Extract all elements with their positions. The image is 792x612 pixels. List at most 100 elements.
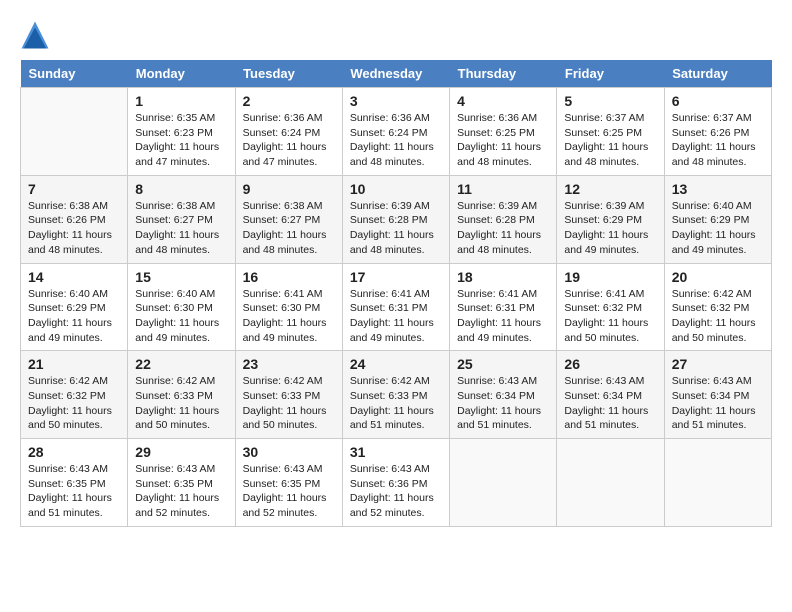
day-info: Sunrise: 6:41 AMSunset: 6:30 PMDaylight:… (243, 287, 335, 346)
weekday-header-friday: Friday (557, 60, 664, 88)
day-number: 14 (28, 269, 120, 285)
day-info: Sunrise: 6:40 AMSunset: 6:29 PMDaylight:… (28, 287, 120, 346)
day-number: 10 (350, 181, 442, 197)
weekday-header-sunday: Sunday (21, 60, 128, 88)
calendar-cell: 31Sunrise: 6:43 AMSunset: 6:36 PMDayligh… (342, 439, 449, 527)
calendar-cell: 23 Sunrise: 6:42 AMSunset: 6:33 PMDayligh… (235, 351, 342, 439)
calendar-cell: 14 Sunrise: 6:40 AMSunset: 6:29 PMDayligh… (21, 263, 128, 351)
day-number: 21 (28, 356, 120, 372)
day-number: 29 (135, 444, 227, 460)
day-number: 28 (28, 444, 120, 460)
calendar-cell (450, 439, 557, 527)
calendar-cell: 28 Sunrise: 6:43 AMSunset: 6:35 PMDayligh… (21, 439, 128, 527)
day-number: 12 (564, 181, 656, 197)
day-info: Sunrise: 6:41 AMSunset: 6:31 PMDaylight:… (457, 287, 549, 346)
weekday-header-saturday: Saturday (664, 60, 771, 88)
day-info: Sunrise: 6:36 AMSunset: 6:25 PMDaylight:… (457, 111, 549, 170)
logo-icon (20, 20, 50, 50)
calendar-cell: 8Sunrise: 6:38 AMSunset: 6:27 PMDaylight… (128, 175, 235, 263)
calendar-cell: 24 Sunrise: 6:42 AMSunset: 6:33 PMDayligh… (342, 351, 449, 439)
calendar-cell: 5 Sunrise: 6:37 AMSunset: 6:25 PMDaylight… (557, 88, 664, 176)
day-number: 13 (672, 181, 764, 197)
day-number: 22 (135, 356, 227, 372)
day-number: 23 (243, 356, 335, 372)
day-number: 16 (243, 269, 335, 285)
day-info: Sunrise: 6:42 AMSunset: 6:32 PMDaylight:… (28, 374, 120, 433)
day-number: 4 (457, 93, 549, 109)
day-info: Sunrise: 6:35 AMSunset: 6:23 PMDaylight:… (135, 111, 227, 170)
day-info: Sunrise: 6:43 AMSunset: 6:35 PMDaylight:… (243, 462, 335, 521)
day-info: Sunrise: 6:43 AMSunset: 6:34 PMDaylight:… (564, 374, 656, 433)
day-number: 20 (672, 269, 764, 285)
day-number: 5 (564, 93, 656, 109)
day-number: 6 (672, 93, 764, 109)
calendar-cell: 16 Sunrise: 6:41 AMSunset: 6:30 PMDayligh… (235, 263, 342, 351)
weekday-header-tuesday: Tuesday (235, 60, 342, 88)
week-row-4: 21 Sunrise: 6:42 AMSunset: 6:32 PMDayligh… (21, 351, 772, 439)
day-info: Sunrise: 6:40 AMSunset: 6:30 PMDaylight:… (135, 287, 227, 346)
day-number: 9 (243, 181, 335, 197)
calendar-cell: 2 Sunrise: 6:36 AMSunset: 6:24 PMDaylight… (235, 88, 342, 176)
day-info: Sunrise: 6:38 AMSunset: 6:27 PMDaylight:… (243, 199, 335, 258)
page-header (20, 20, 772, 50)
day-info: Sunrise: 6:43 AMSunset: 6:34 PMDaylight:… (672, 374, 764, 433)
day-info: Sunrise: 6:42 AMSunset: 6:33 PMDaylight:… (135, 374, 227, 433)
day-number: 1 (135, 93, 227, 109)
day-info: Sunrise: 6:37 AMSunset: 6:26 PMDaylight:… (672, 111, 764, 170)
week-row-5: 28 Sunrise: 6:43 AMSunset: 6:35 PMDayligh… (21, 439, 772, 527)
week-row-1: 1 Sunrise: 6:35 AMSunset: 6:23 PMDaylight… (21, 88, 772, 176)
calendar-cell: 27 Sunrise: 6:43 AMSunset: 6:34 PMDayligh… (664, 351, 771, 439)
calendar-cell: 20 Sunrise: 6:42 AMSunset: 6:32 PMDayligh… (664, 263, 771, 351)
weekday-header-wednesday: Wednesday (342, 60, 449, 88)
logo (20, 20, 54, 50)
day-number: 31 (350, 444, 442, 460)
weekday-header-monday: Monday (128, 60, 235, 88)
calendar-cell: 7 Sunrise: 6:38 AMSunset: 6:26 PMDaylight… (21, 175, 128, 263)
day-number: 17 (350, 269, 442, 285)
day-number: 18 (457, 269, 549, 285)
calendar-cell: 9 Sunrise: 6:38 AMSunset: 6:27 PMDaylight… (235, 175, 342, 263)
day-number: 25 (457, 356, 549, 372)
calendar-cell: 3 Sunrise: 6:36 AMSunset: 6:24 PMDaylight… (342, 88, 449, 176)
day-info: Sunrise: 6:36 AMSunset: 6:24 PMDaylight:… (350, 111, 442, 170)
day-info: Sunrise: 6:38 AMSunset: 6:26 PMDaylight:… (28, 199, 120, 258)
calendar-cell: 18 Sunrise: 6:41 AMSunset: 6:31 PMDayligh… (450, 263, 557, 351)
calendar-cell: 11 Sunrise: 6:39 AMSunset: 6:28 PMDayligh… (450, 175, 557, 263)
week-row-2: 7 Sunrise: 6:38 AMSunset: 6:26 PMDaylight… (21, 175, 772, 263)
day-number: 26 (564, 356, 656, 372)
week-row-3: 14 Sunrise: 6:40 AMSunset: 6:29 PMDayligh… (21, 263, 772, 351)
day-info: Sunrise: 6:39 AMSunset: 6:29 PMDaylight:… (564, 199, 656, 258)
calendar-cell (21, 88, 128, 176)
day-number: 2 (243, 93, 335, 109)
day-number: 11 (457, 181, 549, 197)
calendar-cell: 17 Sunrise: 6:41 AMSunset: 6:31 PMDayligh… (342, 263, 449, 351)
day-info: Sunrise: 6:39 AMSunset: 6:28 PMDaylight:… (350, 199, 442, 258)
calendar-table: SundayMondayTuesdayWednesdayThursdayFrid… (20, 60, 772, 527)
day-info: Sunrise: 6:43 AMSunset: 6:34 PMDaylight:… (457, 374, 549, 433)
day-info: Sunrise: 6:38 AMSunset: 6:27 PMDaylight:… (135, 199, 227, 258)
calendar-cell: 30Sunrise: 6:43 AMSunset: 6:35 PMDayligh… (235, 439, 342, 527)
day-number: 24 (350, 356, 442, 372)
calendar-cell: 19Sunrise: 6:41 AMSunset: 6:32 PMDayligh… (557, 263, 664, 351)
calendar-cell: 29 Sunrise: 6:43 AMSunset: 6:35 PMDayligh… (128, 439, 235, 527)
calendar-cell (557, 439, 664, 527)
day-info: Sunrise: 6:37 AMSunset: 6:25 PMDaylight:… (564, 111, 656, 170)
calendar-cell: 10 Sunrise: 6:39 AMSunset: 6:28 PMDayligh… (342, 175, 449, 263)
day-info: Sunrise: 6:42 AMSunset: 6:33 PMDaylight:… (350, 374, 442, 433)
day-number: 15 (135, 269, 227, 285)
day-number: 27 (672, 356, 764, 372)
day-number: 3 (350, 93, 442, 109)
day-info: Sunrise: 6:36 AMSunset: 6:24 PMDaylight:… (243, 111, 335, 170)
day-info: Sunrise: 6:42 AMSunset: 6:33 PMDaylight:… (243, 374, 335, 433)
day-info: Sunrise: 6:42 AMSunset: 6:32 PMDaylight:… (672, 287, 764, 346)
calendar-cell: 4 Sunrise: 6:36 AMSunset: 6:25 PMDaylight… (450, 88, 557, 176)
day-info: Sunrise: 6:39 AMSunset: 6:28 PMDaylight:… (457, 199, 549, 258)
day-info: Sunrise: 6:43 AMSunset: 6:35 PMDaylight:… (135, 462, 227, 521)
day-info: Sunrise: 6:43 AMSunset: 6:35 PMDaylight:… (28, 462, 120, 521)
day-info: Sunrise: 6:41 AMSunset: 6:32 PMDaylight:… (564, 287, 656, 346)
day-number: 7 (28, 181, 120, 197)
calendar-cell: 15 Sunrise: 6:40 AMSunset: 6:30 PMDayligh… (128, 263, 235, 351)
day-info: Sunrise: 6:41 AMSunset: 6:31 PMDaylight:… (350, 287, 442, 346)
day-info: Sunrise: 6:40 AMSunset: 6:29 PMDaylight:… (672, 199, 764, 258)
calendar-cell: 25 Sunrise: 6:43 AMSunset: 6:34 PMDayligh… (450, 351, 557, 439)
